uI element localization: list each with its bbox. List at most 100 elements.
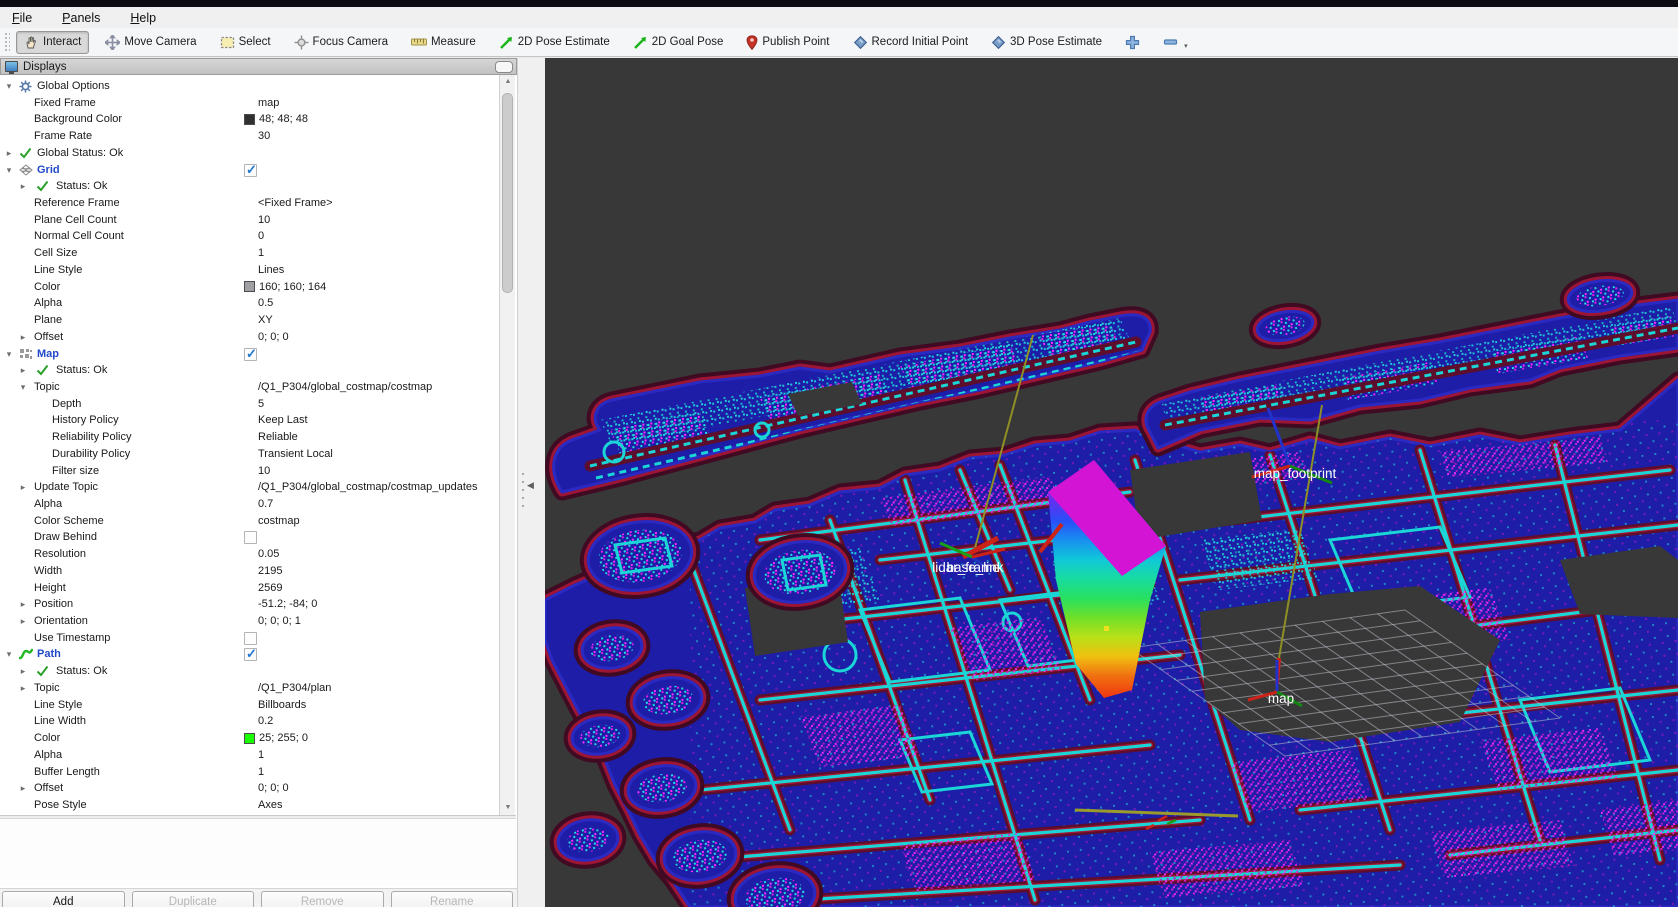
tree-row-offset[interactable]: ▸ Offset 0; 0; 0 <box>0 781 499 798</box>
row-value[interactable]: Reliable <box>244 431 298 443</box>
menu-help[interactable]: Help <box>126 10 160 26</box>
tree-row-draw-behind[interactable]: Draw Behind <box>0 530 499 547</box>
checkbox-checked[interactable] <box>244 163 257 177</box>
row-value[interactable]: 0; 0; 0; 1 <box>244 615 301 627</box>
checkbox-checked[interactable] <box>244 648 257 662</box>
checkbox-unchecked[interactable] <box>244 631 257 645</box>
tool-2d-goal-pose[interactable]: 2D Goal Pose <box>626 32 731 53</box>
row-value[interactable]: 2569 <box>244 582 282 594</box>
menu-panels[interactable]: Panels <box>58 10 104 26</box>
tree-row-use-timestamp[interactable]: Use Timestamp <box>0 631 499 648</box>
tool-plus-icon[interactable] <box>1118 32 1147 53</box>
tree-row-topic[interactable]: ▸ Topic/Q1_P304/plan <box>0 681 499 698</box>
tree-scrollbar[interactable]: ▲ ▼ <box>499 75 515 815</box>
checkbox-checked[interactable] <box>244 347 257 361</box>
row-value[interactable]: 25; 255; 0 <box>244 732 308 744</box>
tree-row-alpha[interactable]: Alpha 1 <box>0 748 499 765</box>
tree-row-line-style[interactable]: Line Style Lines <box>0 263 499 280</box>
expander-open-icon[interactable]: ▾ <box>17 382 29 393</box>
expander-closed-icon[interactable]: ▸ <box>17 365 29 376</box>
tree-row-grid[interactable]: ▾ Grid <box>0 163 499 180</box>
scroll-up-icon[interactable]: ▲ <box>500 75 516 89</box>
row-value[interactable]: 0.2 <box>244 715 273 727</box>
row-value[interactable]: 10 <box>244 465 270 477</box>
tree-row-resolution[interactable]: Resolution 0.05 <box>0 547 499 564</box>
row-value[interactable]: 160; 160; 164 <box>244 281 326 293</box>
row-value[interactable]: 0 <box>244 230 264 242</box>
row-value[interactable] <box>244 631 257 645</box>
row-value[interactable]: Billboards <box>244 699 306 711</box>
tree-row-reference-frame[interactable]: Reference Frame <Fixed Frame> <box>0 196 499 213</box>
row-value[interactable]: 48; 48; 48 <box>244 113 308 125</box>
row-value[interactable]: 2195 <box>244 565 282 577</box>
tree-row-depth[interactable]: Depth 5 <box>0 397 499 414</box>
row-value[interactable]: 5 <box>244 398 264 410</box>
tree-row-position[interactable]: ▸ Position -51.2; -84; 0 <box>0 597 499 614</box>
tree-row-global-options[interactable]: ▾ Global Options <box>0 79 499 96</box>
3d-viewport[interactable]: map_footprint lidar_frame base_link map <box>545 58 1678 907</box>
tree-row-frame-rate[interactable]: Frame Rate 30 <box>0 129 499 146</box>
tree-row-buffer-length[interactable]: Buffer Length 1 <box>0 765 499 782</box>
tree-row-plane-cell-count[interactable]: Plane Cell Count 10 <box>0 213 499 230</box>
displays-panel-header[interactable]: Displays <box>0 58 517 75</box>
tool-move-camera[interactable]: Move Camera <box>98 32 203 53</box>
row-value[interactable]: Transient Local <box>244 448 333 460</box>
splitter-collapse-icon[interactable]: ◀ <box>527 480 534 491</box>
tree-row-fixed-frame[interactable]: Fixed Frame map <box>0 96 499 113</box>
tree-row-width[interactable]: Width 2195 <box>0 564 499 581</box>
row-value[interactable] <box>244 163 257 177</box>
tree-row-color[interactable]: Color 160; 160; 164 <box>0 280 499 297</box>
tree-row-background-color[interactable]: Background Color 48; 48; 48 <box>0 112 499 129</box>
tree-row-plane[interactable]: Plane XY <box>0 313 499 330</box>
tool-publish-point[interactable]: Publish Point <box>739 32 836 53</box>
row-value[interactable]: 0; 0; 0 <box>244 782 289 794</box>
expander-closed-icon[interactable]: ▸ <box>17 783 29 794</box>
row-value[interactable]: Keep Last <box>244 414 308 426</box>
tree-row-history-policy[interactable]: History Policy Keep Last <box>0 413 499 430</box>
tool-record-initial-point[interactable]: Record Initial Point <box>846 32 976 53</box>
tree-row-color[interactable]: Color 25; 255; 0 <box>0 731 499 748</box>
expander-closed-icon[interactable]: ▸ <box>17 616 29 627</box>
tree-row-global-status-ok[interactable]: ▸ Global Status: Ok <box>0 146 499 163</box>
expander-closed-icon[interactable]: ▸ <box>17 181 29 192</box>
dropdown-caret-icon[interactable]: ▾ <box>1184 42 1188 50</box>
row-value[interactable]: /Q1_P304/plan <box>244 682 331 694</box>
scrollbar-thumb[interactable] <box>502 93 513 293</box>
row-value[interactable]: 0; 0; 0 <box>244 331 289 343</box>
row-value[interactable]: 0.05 <box>244 548 279 560</box>
panel-float-button[interactable] <box>495 61 513 73</box>
row-value[interactable]: XY <box>244 314 273 326</box>
checkbox-unchecked[interactable] <box>244 531 257 545</box>
tool-interact[interactable]: Interact <box>16 30 90 54</box>
tool-measure[interactable]: Measure <box>404 33 483 51</box>
expander-closed-icon[interactable]: ▸ <box>17 332 29 343</box>
row-value[interactable]: /Q1_P304/global_costmap/costmap <box>244 381 432 393</box>
expander-open-icon[interactable]: ▾ <box>3 649 15 660</box>
tree-row-filter-size[interactable]: Filter size 10 <box>0 464 499 481</box>
row-value[interactable] <box>244 347 257 361</box>
scroll-down-icon[interactable]: ▼ <box>500 801 516 815</box>
expander-closed-icon[interactable]: ▸ <box>3 148 15 159</box>
row-value[interactable]: 1 <box>244 766 264 778</box>
expander-closed-icon[interactable]: ▸ <box>17 683 29 694</box>
tool-select[interactable]: Select <box>213 32 278 53</box>
tree-row-reliability-policy[interactable]: Reliability Policy Reliable <box>0 430 499 447</box>
expander-closed-icon[interactable]: ▸ <box>17 482 29 493</box>
panel-viewport-splitter[interactable]: ◀ <box>517 58 545 907</box>
menu-file[interactable]: File <box>8 10 36 26</box>
tree-row-topic[interactable]: ▾ Topic/Q1_P304/global_costmap/costmap <box>0 380 499 397</box>
row-value[interactable]: costmap <box>244 515 300 527</box>
tree-row-alpha[interactable]: Alpha 0.5 <box>0 296 499 313</box>
row-value[interactable]: <Fixed Frame> <box>244 197 333 209</box>
row-value[interactable] <box>244 531 257 545</box>
row-value[interactable]: 1 <box>244 749 264 761</box>
tool-focus-camera[interactable]: Focus Camera <box>287 32 395 53</box>
tree-row-height[interactable]: Height 2569 <box>0 581 499 598</box>
tree-row-orientation[interactable]: ▸ Orientation 0; 0; 0; 1 <box>0 614 499 631</box>
row-value[interactable]: /Q1_P304/global_costmap/costmap_updates <box>244 481 478 493</box>
tree-row-path[interactable]: ▾ Path <box>0 647 499 664</box>
tree-row-map[interactable]: ▾ Map <box>0 347 499 364</box>
row-value[interactable]: -51.2; -84; 0 <box>244 598 317 610</box>
row-value[interactable]: 0.7 <box>244 498 273 510</box>
expander-open-icon[interactable]: ▾ <box>3 165 15 176</box>
